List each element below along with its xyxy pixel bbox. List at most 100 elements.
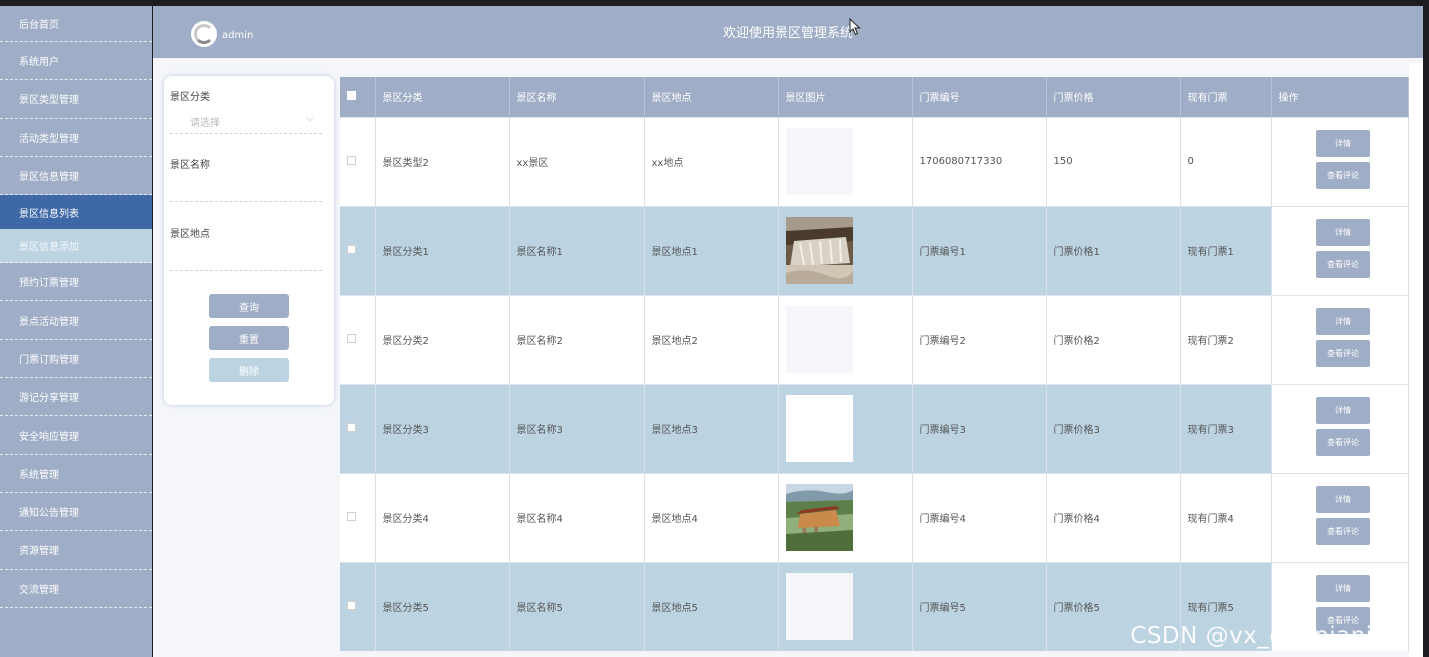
cell-image xyxy=(778,205,913,295)
detail-button[interactable]: 详情 xyxy=(1316,129,1370,157)
sidebar-item-system[interactable]: 系统管理 xyxy=(0,455,152,493)
header-bar: admin 欢迎使用景区管理系统 xyxy=(153,6,1423,58)
waterfall-image xyxy=(785,217,853,284)
sidebar-item-system-users[interactable]: 系统用户 xyxy=(0,42,152,81)
name-input[interactable] xyxy=(170,201,322,202)
reset-button[interactable]: 重置 xyxy=(209,326,289,350)
scenic-image xyxy=(785,306,853,373)
cell-actions: 详情 查看评论 xyxy=(1271,472,1409,562)
cell-ticket-no: 1706080717330 xyxy=(912,116,1047,206)
cell-stock: 现有门票2 xyxy=(1180,294,1272,384)
row-checkbox[interactable] xyxy=(347,333,356,343)
sidebar-item-ticket-orders[interactable]: 门票订购管理 xyxy=(0,340,152,379)
sidebar-item-booking[interactable]: 预约订票管理 xyxy=(0,263,152,302)
sidebar-item-scenic-info[interactable]: 景区信息管理 xyxy=(0,157,152,196)
cell-ticket-no: 门票编号5 xyxy=(912,561,1047,651)
row-select-cell xyxy=(340,116,376,206)
scenic-table: 景区分类 景区名称 景区地点 景区图片 门票编号 门票价格 现有门票 操作 景区… xyxy=(340,77,1409,651)
column-header-actions: 操作 xyxy=(1271,77,1409,117)
cell-price: 门票价格1 xyxy=(1046,205,1181,295)
scenic-image xyxy=(785,128,853,195)
sidebar-item-scenic-add[interactable]: 景区信息添加 xyxy=(0,229,152,264)
sidebar: 后台首页 系统用户 景区类型管理 活动类型管理 景区信息管理 景区信息列表 景区… xyxy=(0,6,152,657)
row-checkbox[interactable] xyxy=(347,511,356,521)
query-button[interactable]: 查询 xyxy=(209,294,289,318)
column-header-price[interactable]: 门票价格 xyxy=(1046,77,1181,117)
detail-button[interactable]: 详情 xyxy=(1316,218,1370,246)
filter-panel: 景区分类 请选择 ⌵ 景区名称 景区地点 查询 重置 删除 xyxy=(164,76,334,405)
view-comments-button[interactable]: 查看评论 xyxy=(1316,339,1370,367)
location-input[interactable] xyxy=(170,270,322,271)
cell-price: 门票价格3 xyxy=(1046,383,1181,473)
row-checkbox[interactable] xyxy=(347,600,356,610)
cell-category: 景区分类1 xyxy=(375,205,510,295)
temple-image xyxy=(785,484,853,551)
view-comments-button[interactable]: 查看评论 xyxy=(1316,428,1370,456)
main-area: admin 欢迎使用景区管理系统 景区分类 请选择 ⌵ 景区名称 景区地点 查询… xyxy=(153,6,1423,657)
delete-button[interactable]: 删除 xyxy=(209,358,289,382)
column-header-stock[interactable]: 现有门票 xyxy=(1180,77,1272,117)
row-checkbox[interactable] xyxy=(347,155,356,165)
sidebar-item-notices[interactable]: 通知公告管理 xyxy=(0,493,152,532)
cell-price: 门票价格4 xyxy=(1046,472,1181,562)
sidebar-item-exchange[interactable]: 交流管理 xyxy=(0,570,152,608)
table-row: 景区分类4 景区名称4 景区地点4 门票编号4 门票价格4 现有门票4 详情 查… xyxy=(340,472,1409,562)
row-checkbox[interactable] xyxy=(347,422,356,432)
select-all-checkbox[interactable] xyxy=(347,90,356,100)
row-select-cell xyxy=(340,294,376,384)
table-row: 景区分类2 景区名称2 景区地点2 门票编号2 门票价格2 现有门票2 详情 查… xyxy=(340,294,1409,384)
cell-stock: 现有门票3 xyxy=(1180,383,1272,473)
cell-ticket-no: 门票编号1 xyxy=(912,205,1047,295)
chevron-down-icon[interactable]: ⌵ xyxy=(306,113,314,124)
row-checkbox[interactable] xyxy=(347,244,356,254)
cell-ticket-no: 门票编号3 xyxy=(912,383,1047,473)
divider xyxy=(170,133,322,134)
select-all-cell xyxy=(340,77,376,117)
row-select-cell xyxy=(340,472,376,562)
detail-button[interactable]: 详情 xyxy=(1316,396,1370,424)
detail-button[interactable]: 详情 xyxy=(1316,574,1370,602)
sidebar-item-activity-type[interactable]: 活动类型管理 xyxy=(0,119,152,157)
column-header-image[interactable]: 景区图片 xyxy=(778,77,913,117)
row-select-cell xyxy=(340,561,376,651)
view-comments-button[interactable]: 查看评论 xyxy=(1316,161,1370,189)
scenic-image xyxy=(785,395,853,462)
view-comments-button[interactable]: 查看评论 xyxy=(1316,250,1370,278)
table-row: 景区分类3 景区名称3 景区地点3 门票编号3 门票价格3 现有门票3 详情 查… xyxy=(340,383,1409,473)
cell-category: 景区分类5 xyxy=(375,561,510,651)
sidebar-item-activities[interactable]: 景点活动管理 xyxy=(0,301,152,340)
table-header-row: 景区分类 景区名称 景区地点 景区图片 门票编号 门票价格 现有门票 操作 xyxy=(340,77,1409,117)
view-comments-button[interactable]: 查看评论 xyxy=(1316,517,1370,545)
cell-actions: 详情 查看评论 xyxy=(1271,294,1409,384)
sidebar-item-scenic-type[interactable]: 景区类型管理 xyxy=(0,80,152,119)
column-header-category[interactable]: 景区分类 xyxy=(375,77,510,117)
cell-category: 景区分类3 xyxy=(375,383,510,473)
cell-category: 景区分类2 xyxy=(375,294,510,384)
sidebar-item-safety[interactable]: 安全响应管理 xyxy=(0,416,152,455)
category-select[interactable]: 请选择 xyxy=(190,114,220,129)
detail-button[interactable]: 详情 xyxy=(1316,485,1370,513)
scroll-track[interactable] xyxy=(1409,63,1423,657)
location-label: 景区地点 xyxy=(170,229,210,240)
column-header-location[interactable]: 景区地点 xyxy=(644,77,779,117)
sidebar-item-home[interactable]: 后台首页 xyxy=(0,6,152,42)
column-header-ticket-no[interactable]: 门票编号 xyxy=(912,77,1047,117)
watermark: CSDN @vx_danpianji889 xyxy=(1130,623,1425,649)
column-header-name[interactable]: 景区名称 xyxy=(509,77,645,117)
cell-image xyxy=(778,383,913,473)
sidebar-item-travel-notes[interactable]: 游记分享管理 xyxy=(0,378,152,417)
table-row: 景区类型2 xx景区 xx地点 1706080717330 150 0 详情 查… xyxy=(340,116,1409,206)
cell-ticket-no: 门票编号2 xyxy=(912,294,1047,384)
cell-ticket-no: 门票编号4 xyxy=(912,472,1047,562)
cell-actions: 详情 查看评论 xyxy=(1271,116,1409,206)
cell-actions: 详情 查看评论 xyxy=(1271,383,1409,473)
cell-location: 景区地点4 xyxy=(644,472,779,562)
sidebar-item-scenic-list[interactable]: 景区信息列表 xyxy=(0,195,152,230)
cell-name: 景区名称4 xyxy=(509,472,645,562)
cell-image xyxy=(778,561,913,651)
sidebar-item-resources[interactable]: 资源管理 xyxy=(0,531,152,570)
row-select-cell xyxy=(340,383,376,473)
cell-location: 景区地点3 xyxy=(644,383,779,473)
detail-button[interactable]: 详情 xyxy=(1316,307,1370,335)
row-select-cell xyxy=(340,205,376,295)
